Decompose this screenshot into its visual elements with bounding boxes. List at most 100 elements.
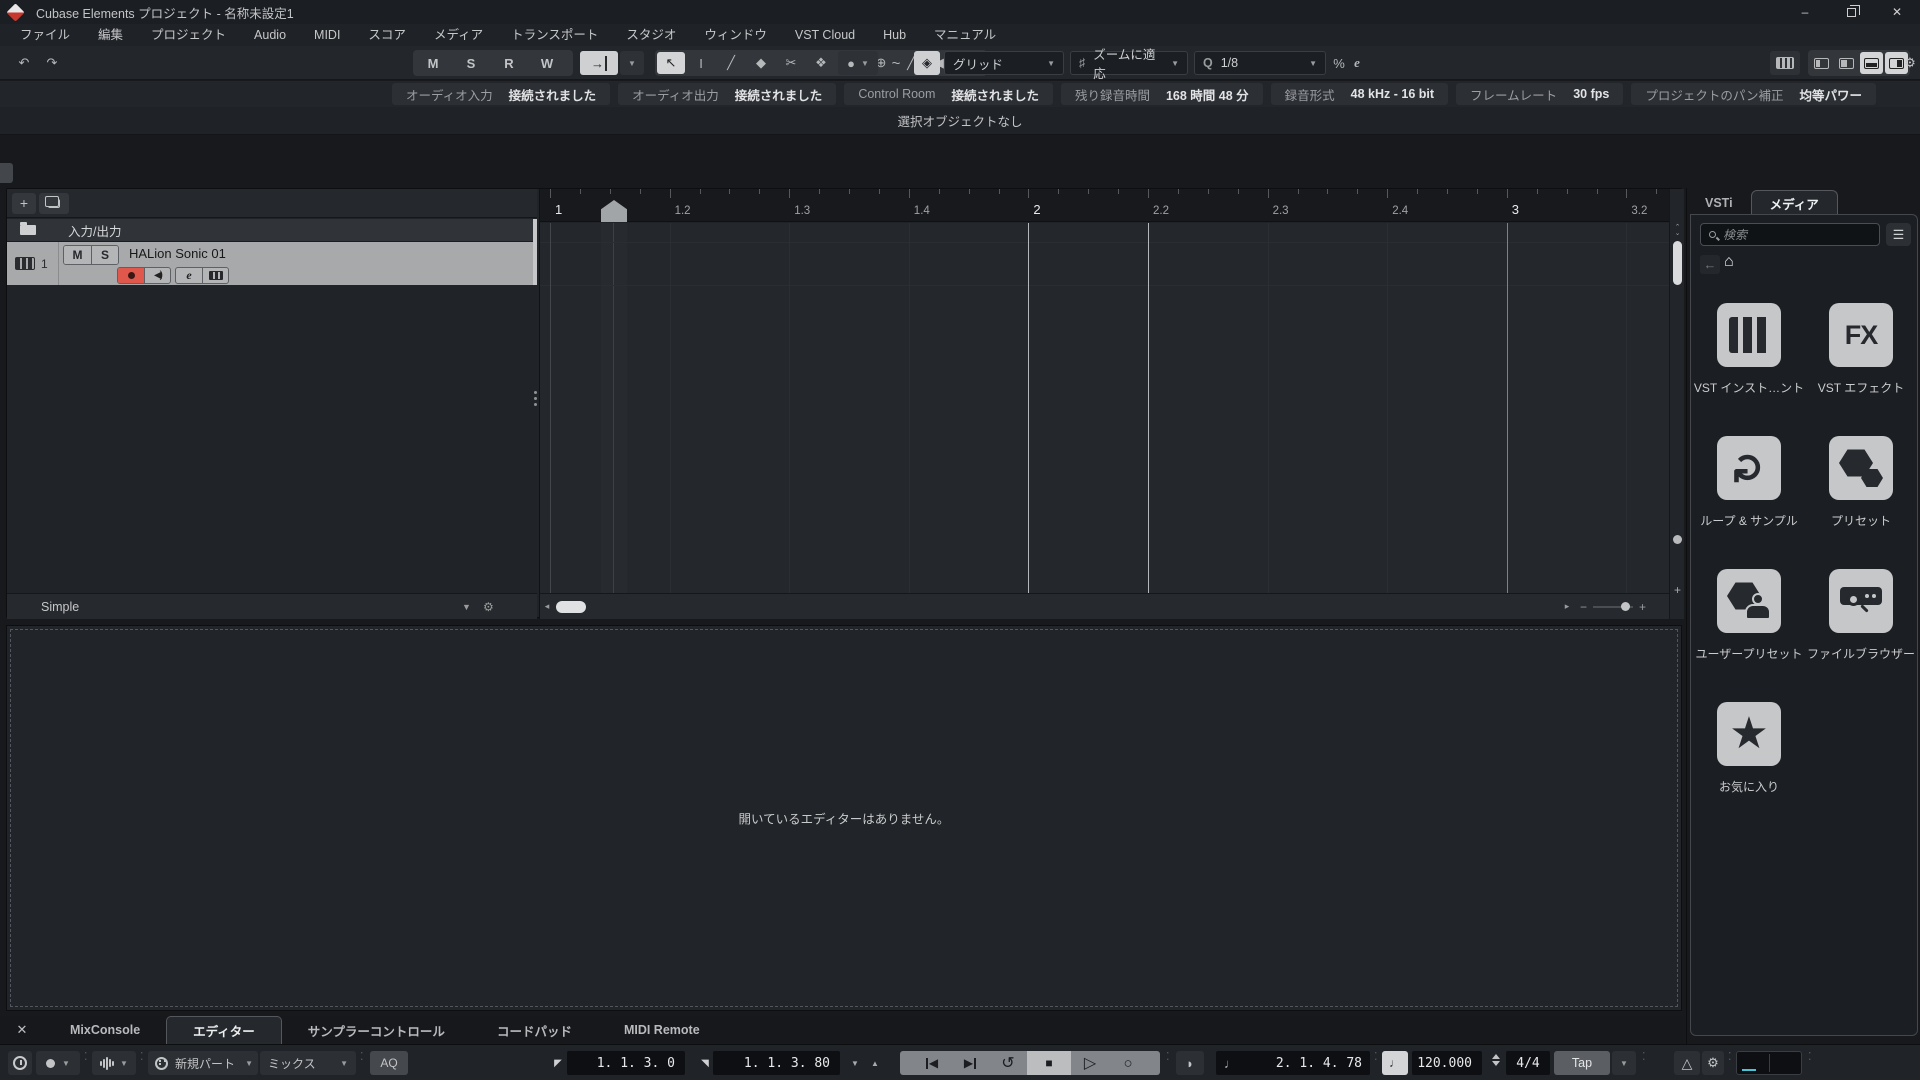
solo-button[interactable]: S [91,246,118,264]
track-name[interactable]: HALion Sonic 01 [129,246,226,261]
vertical-scroll-thumb[interactable] [1673,241,1682,285]
track-list-splitter[interactable] [533,219,537,285]
track-scale-icon[interactable]: ⌃ ⌄ [1670,224,1685,237]
stop-button[interactable]: ■ [1027,1051,1071,1075]
color-tool-button[interactable]: ● ▼ [838,51,878,75]
zoom-slider[interactable] [1593,602,1634,611]
event-grid[interactable] [540,223,1669,593]
add-track-button[interactable]: + [12,192,36,214]
folder-track-row[interactable]: 入力/出力 [7,219,533,242]
restore-button[interactable] [1828,0,1874,24]
media-tile[interactable]: FX VST エフェクト [1809,303,1914,396]
left-zone-button[interactable] [1810,52,1833,74]
mute-button[interactable]: M [64,246,91,264]
tool-button[interactable]: ✂ [777,52,805,74]
undo-button[interactable]: ↶ [12,51,36,75]
menu-item[interactable]: Audio [240,24,300,46]
horizontal-scroll-thumb[interactable] [556,601,586,613]
media-tile[interactable]: ↻ ループ & サンプル [1697,436,1802,529]
tab-media[interactable]: メディア [1750,190,1838,215]
snap-toggle-button[interactable]: ◈ [914,51,940,75]
punch-in-button[interactable]: ▼ [846,1051,864,1075]
tool-button[interactable]: ❖ [807,52,835,74]
automation-button[interactable]: M [415,52,451,74]
menu-item[interactable]: 編集 [84,24,137,46]
audio-record-mode-dropdown[interactable]: ▼ [92,1051,136,1075]
home-icon[interactable]: ⌂ [1724,253,1734,271]
media-tile[interactable]: ユーザープリセット [1695,569,1803,662]
midi-merge-dropdown[interactable]: ミックス ▼ [260,1051,356,1075]
lower-zone-tab[interactable]: MixConsole [44,1016,166,1044]
preroll-button[interactable]: ◗ [1176,1051,1204,1075]
quantize-dropdown[interactable]: Q 1/8 ▼ [1194,51,1326,75]
lower-zone-tab[interactable]: サンプラーコントロール [282,1016,471,1044]
tool-button[interactable]: ↖ [657,52,685,74]
tab-vsti[interactable]: VSTi [1687,190,1751,215]
midi-insert-mode-dropdown[interactable]: 新規パート ▼ [148,1051,258,1075]
cycle-button[interactable]: ↺ [989,1051,1027,1075]
zoom-out-icon[interactable]: − [1580,600,1587,614]
record-button[interactable]: ○ [1109,1051,1147,1075]
automation-button[interactable]: R [491,52,527,74]
grid-type-dropdown[interactable]: グリッド ▼ [944,51,1064,75]
use-track-preset-button[interactable] [39,192,69,214]
secondary-time-display[interactable]: ♩ 2. 1. 4. 78 [1216,1051,1370,1075]
left-locator-flag-icon[interactable]: ◤ [550,1051,566,1075]
record-modes-button[interactable] [8,1051,32,1075]
goto-end-button[interactable]: ▶ [951,1051,989,1075]
autoscroll-button[interactable]: → [580,51,618,75]
menu-item[interactable]: スコア [354,24,420,46]
auto-quantize-button[interactable]: AQ [370,1051,408,1075]
scroll-left-icon[interactable]: ◂ [540,601,554,612]
media-tile[interactable]: プリセット [1809,436,1914,529]
autoscroll-options-button[interactable]: ▼ [620,51,644,75]
setup-toolbar-button[interactable]: ⚙ [1902,51,1918,75]
lower-zone-tab[interactable]: MIDI Remote [598,1016,726,1044]
instrument-track-row[interactable]: 1 M S HALion Sonic 01 ◀) e [7,242,533,285]
automation-button[interactable]: S [453,52,489,74]
close-button[interactable]: ✕ [1874,0,1920,24]
vertical-zoom-knob[interactable] [1673,535,1682,544]
right-locator-display[interactable]: 1. 1. 3. 80 [713,1051,840,1075]
automation-curve-button[interactable]: ~ [884,51,908,75]
left-zone-alt-button[interactable] [1835,52,1858,74]
play-button[interactable]: ▷ [1071,1051,1109,1075]
lower-zone-button[interactable] [1860,52,1883,74]
menu-item[interactable]: マニュアル [920,24,1010,46]
goto-start-button[interactable]: ◀ [913,1051,951,1075]
menu-item[interactable]: Hub [869,24,920,46]
menu-item[interactable]: スタジオ [612,24,690,46]
redo-button[interactable]: ↷ [40,51,64,75]
time-format-note-icon[interactable]: ♩ [1224,1056,1237,1071]
close-lower-zone-icon[interactable]: ✕ [0,1022,44,1044]
back-button[interactable]: ← [1700,255,1720,274]
iterative-quantize-button[interactable]: % [1330,51,1348,75]
playhead-handle[interactable] [601,200,627,222]
tempo-spinner[interactable] [1492,1054,1500,1066]
tempo-display[interactable]: 120.000 [1412,1051,1482,1075]
media-tile[interactable]: ファイルブラウザー [1807,569,1915,662]
quantize-panel-button[interactable]: e [1348,51,1366,75]
timeline-ruler[interactable]: 1 1.2 1.3 1.4 2 2.2 2.3 2.4 3 3.2 [540,189,1669,222]
tool-button[interactable]: ╱ [717,52,745,74]
media-tile[interactable]: VST インスト…ント [1694,303,1804,396]
edit-instrument-button[interactable] [202,268,228,283]
visibility-preset-label[interactable]: Simple [41,600,79,614]
menu-item[interactable]: MIDI [300,24,354,46]
right-locator-flag-icon[interactable]: ◥ [697,1051,713,1075]
lower-zone-tab[interactable]: コードパッド [471,1016,598,1044]
menu-item[interactable]: メディア [420,24,497,46]
left-locator-display[interactable]: 1. 1. 3. 0 [567,1051,685,1075]
splitter-handle[interactable] [533,385,537,411]
tempo-options-dropdown[interactable]: ▼ [1612,1051,1636,1075]
zoom-slider-thumb[interactable] [1621,602,1631,611]
punch-out-button[interactable]: ▲ [866,1051,884,1075]
media-tile[interactable]: ★ お気に入り [1697,702,1802,795]
zoom-in-icon[interactable]: + [1639,600,1646,614]
metronome-button[interactable]: △ [1674,1051,1700,1075]
zoom-mode-dropdown[interactable]: ♯ ズームに適応 ▼ [1070,48,1188,81]
preset-gear-icon[interactable]: ⚙ [483,600,494,614]
preset-caret-icon[interactable]: ▼ [462,602,471,612]
monitor-button[interactable]: ◀) [144,268,170,283]
record-enable-button[interactable] [118,268,144,283]
